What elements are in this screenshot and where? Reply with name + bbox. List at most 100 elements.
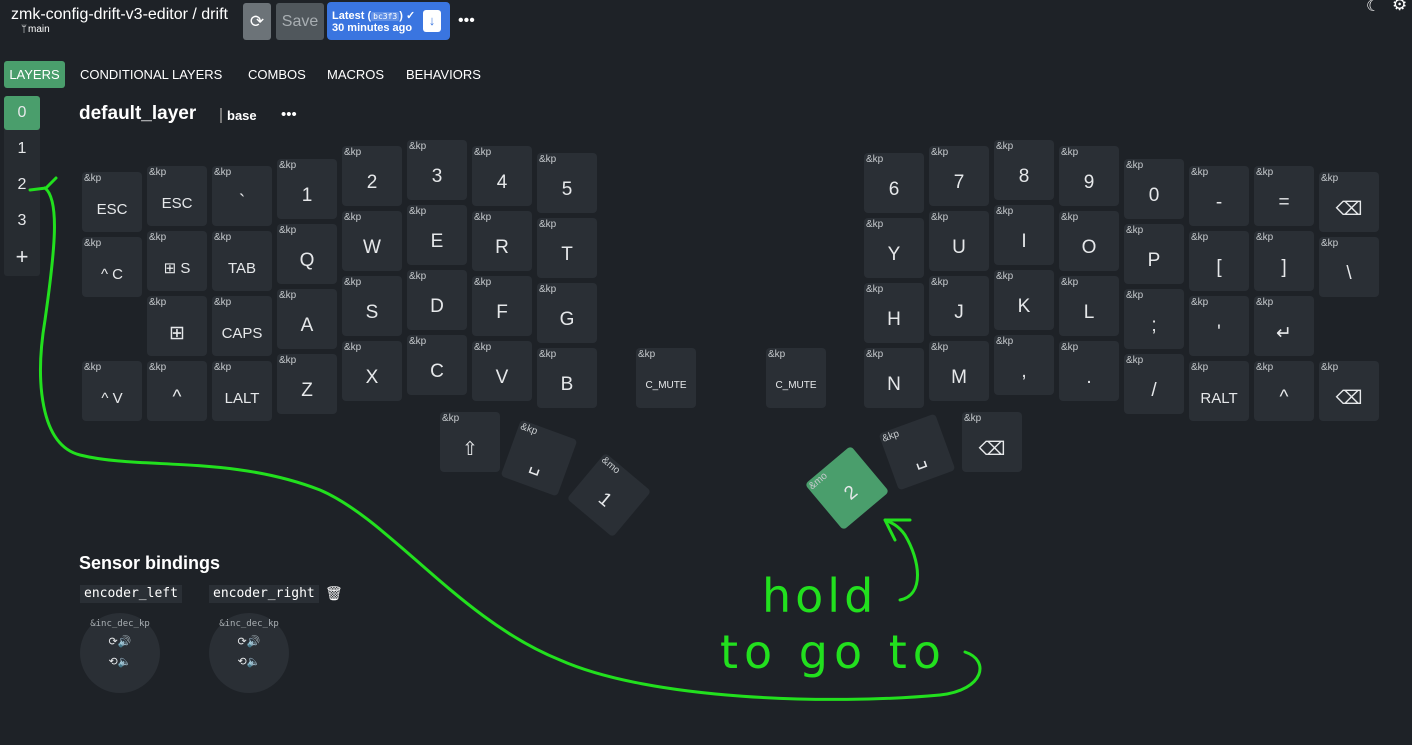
key[interactable]: &mo 1 xyxy=(566,452,652,538)
key[interactable]: &mo 2 xyxy=(804,445,890,531)
tab-conditional-layers[interactable]: CONDITIONAL LAYERS xyxy=(80,61,222,88)
key[interactable]: &kp O xyxy=(1059,211,1119,271)
key[interactable]: &kp F xyxy=(472,276,532,336)
layer-more-icon[interactable]: ••• xyxy=(281,106,297,123)
key[interactable]: &kp D xyxy=(407,270,467,330)
key[interactable]: &kp Q xyxy=(277,224,337,284)
key[interactable]: &kp. xyxy=(1059,341,1119,401)
key[interactable]: &kp ` xyxy=(212,166,272,226)
key[interactable]: &kp 3 xyxy=(407,140,467,200)
trash-icon[interactable]: 🗑 xyxy=(325,585,343,602)
moon-icon[interactable]: ☾ xyxy=(1366,0,1380,16)
branch-label[interactable]: ᛘmain xyxy=(21,24,50,35)
keyboard-name[interactable]: / drift xyxy=(192,6,228,23)
key[interactable]: &kp ' xyxy=(1189,296,1249,356)
key[interactable]: &kp C_MUTE xyxy=(636,348,696,408)
key[interactable]: &kp ␣ xyxy=(878,413,956,491)
key[interactable]: &kp J xyxy=(929,276,989,336)
key-behavior: &kp xyxy=(409,141,427,152)
layer-item-2[interactable]: 2 xyxy=(4,168,40,202)
key[interactable]: &kp TAB xyxy=(212,231,272,291)
key[interactable]: &kp \ xyxy=(1319,237,1379,297)
key[interactable]: &kp A xyxy=(277,289,337,349)
encoder-left-name[interactable]: encoder_left xyxy=(80,585,182,603)
key[interactable]: &kp ^ V xyxy=(82,361,142,421)
key[interactable]: &kp 7 xyxy=(929,146,989,206)
more-options-icon[interactable]: ••• xyxy=(458,12,475,30)
gear-icon[interactable]: ⚙ xyxy=(1392,0,1407,15)
key[interactable]: &kp ⊞ S xyxy=(147,231,207,291)
key[interactable]: &kp K xyxy=(994,270,1054,330)
key[interactable]: &kp = xyxy=(1254,166,1314,226)
key[interactable]: &kp ⌫ xyxy=(1319,361,1379,421)
encoder-right-binding[interactable]: &inc_dec_kp ⟳🔊 ⟲🔈 xyxy=(209,613,289,693)
repo-name[interactable]: zmk-config-drift-v3-editor xyxy=(11,6,188,23)
key[interactable]: &kp ⇧ xyxy=(440,412,500,472)
key[interactable]: &kp 1 xyxy=(277,159,337,219)
key[interactable]: &kp 6 xyxy=(864,153,924,213)
key[interactable]: &kp ESC xyxy=(147,166,207,226)
key[interactable]: &kp ESC xyxy=(82,172,142,232)
encoder-right-name[interactable]: encoder_right xyxy=(209,585,319,603)
key[interactable]: &kp ↵ xyxy=(1254,296,1314,356)
key[interactable]: &kp W xyxy=(342,211,402,271)
encoder-left-binding[interactable]: &inc_dec_kp ⟳🔊 ⟲🔈 xyxy=(80,613,160,693)
key[interactable]: &kp RALT xyxy=(1189,361,1249,421)
save-button[interactable]: Save xyxy=(276,3,324,40)
key[interactable]: &kp [ xyxy=(1189,231,1249,291)
key[interactable]: &kp X xyxy=(342,341,402,401)
key[interactable]: &kp Z xyxy=(277,354,337,414)
key[interactable]: &kp V xyxy=(472,341,532,401)
key[interactable]: &kp M xyxy=(929,341,989,401)
key[interactable]: &kp ^ xyxy=(1254,361,1314,421)
layer-item-0[interactable]: 0 xyxy=(4,96,40,130)
key[interactable]: &kp B xyxy=(537,348,597,408)
layer-item-3[interactable]: 3 xyxy=(4,204,40,238)
key[interactable]: &kp C xyxy=(407,335,467,395)
tab-combos[interactable]: COMBOS xyxy=(248,61,306,88)
key[interactable]: &kp I xyxy=(994,205,1054,265)
key[interactable]: &kp T xyxy=(537,218,597,278)
key[interactable]: &kp U xyxy=(929,211,989,271)
key[interactable]: &kp; xyxy=(1124,289,1184,349)
tab-layers[interactable]: LAYERS xyxy=(4,61,65,88)
layer-item-1[interactable]: 1 xyxy=(4,132,40,166)
key[interactable]: &kp ^ C xyxy=(82,237,142,297)
layer-display-name[interactable]: base xyxy=(220,108,257,123)
key[interactable]: &kp 0 xyxy=(1124,159,1184,219)
refresh-button[interactable]: ⟳ xyxy=(243,3,271,40)
key[interactable]: &kp ^ xyxy=(147,361,207,421)
key[interactable]: &kp / xyxy=(1124,354,1184,414)
layer-name[interactable]: default_layer xyxy=(79,103,196,125)
key[interactable]: &kp G xyxy=(537,283,597,343)
key[interactable]: &kp - xyxy=(1189,166,1249,226)
add-layer-button[interactable]: + xyxy=(4,240,40,274)
key[interactable]: &kp ⌫ xyxy=(962,412,1022,472)
key[interactable]: &kp H xyxy=(864,283,924,343)
key[interactable]: &kp ␣ xyxy=(500,419,578,497)
key[interactable]: &kp 9 xyxy=(1059,146,1119,206)
key[interactable]: &kp L xyxy=(1059,276,1119,336)
key[interactable]: &kp CAPS xyxy=(212,296,272,356)
key[interactable]: &kp E xyxy=(407,205,467,265)
key[interactable]: &kp ⌫ xyxy=(1319,172,1379,232)
repo-title[interactable]: zmk-config-drift-v3-editor / drift xyxy=(11,6,228,24)
key[interactable]: &kp 2 xyxy=(342,146,402,206)
tab-behaviors[interactable]: BEHAVIORS xyxy=(406,61,481,88)
key[interactable]: &kp LALT xyxy=(212,361,272,421)
key[interactable]: &kp ⊞ xyxy=(147,296,207,356)
key[interactable]: &kp Y xyxy=(864,218,924,278)
key[interactable]: &kp N xyxy=(864,348,924,408)
key[interactable]: &kp S xyxy=(342,276,402,336)
key[interactable]: &kp] xyxy=(1254,231,1314,291)
key[interactable]: &kp R xyxy=(472,211,532,271)
key[interactable]: &kp 4 xyxy=(472,146,532,206)
key[interactable]: &kp, xyxy=(994,335,1054,395)
key[interactable]: &kp C_MUTE xyxy=(766,348,826,408)
latest-build-badge[interactable]: Latest (bc3f3) ✓ 30 minutes ago ↓ xyxy=(327,2,450,40)
download-firmware-icon[interactable]: ↓ xyxy=(423,10,441,32)
key[interactable]: &kp 8 xyxy=(994,140,1054,200)
key[interactable]: &kp 5 xyxy=(537,153,597,213)
key[interactable]: &kp P xyxy=(1124,224,1184,284)
tab-macros[interactable]: MACROS xyxy=(327,61,384,88)
